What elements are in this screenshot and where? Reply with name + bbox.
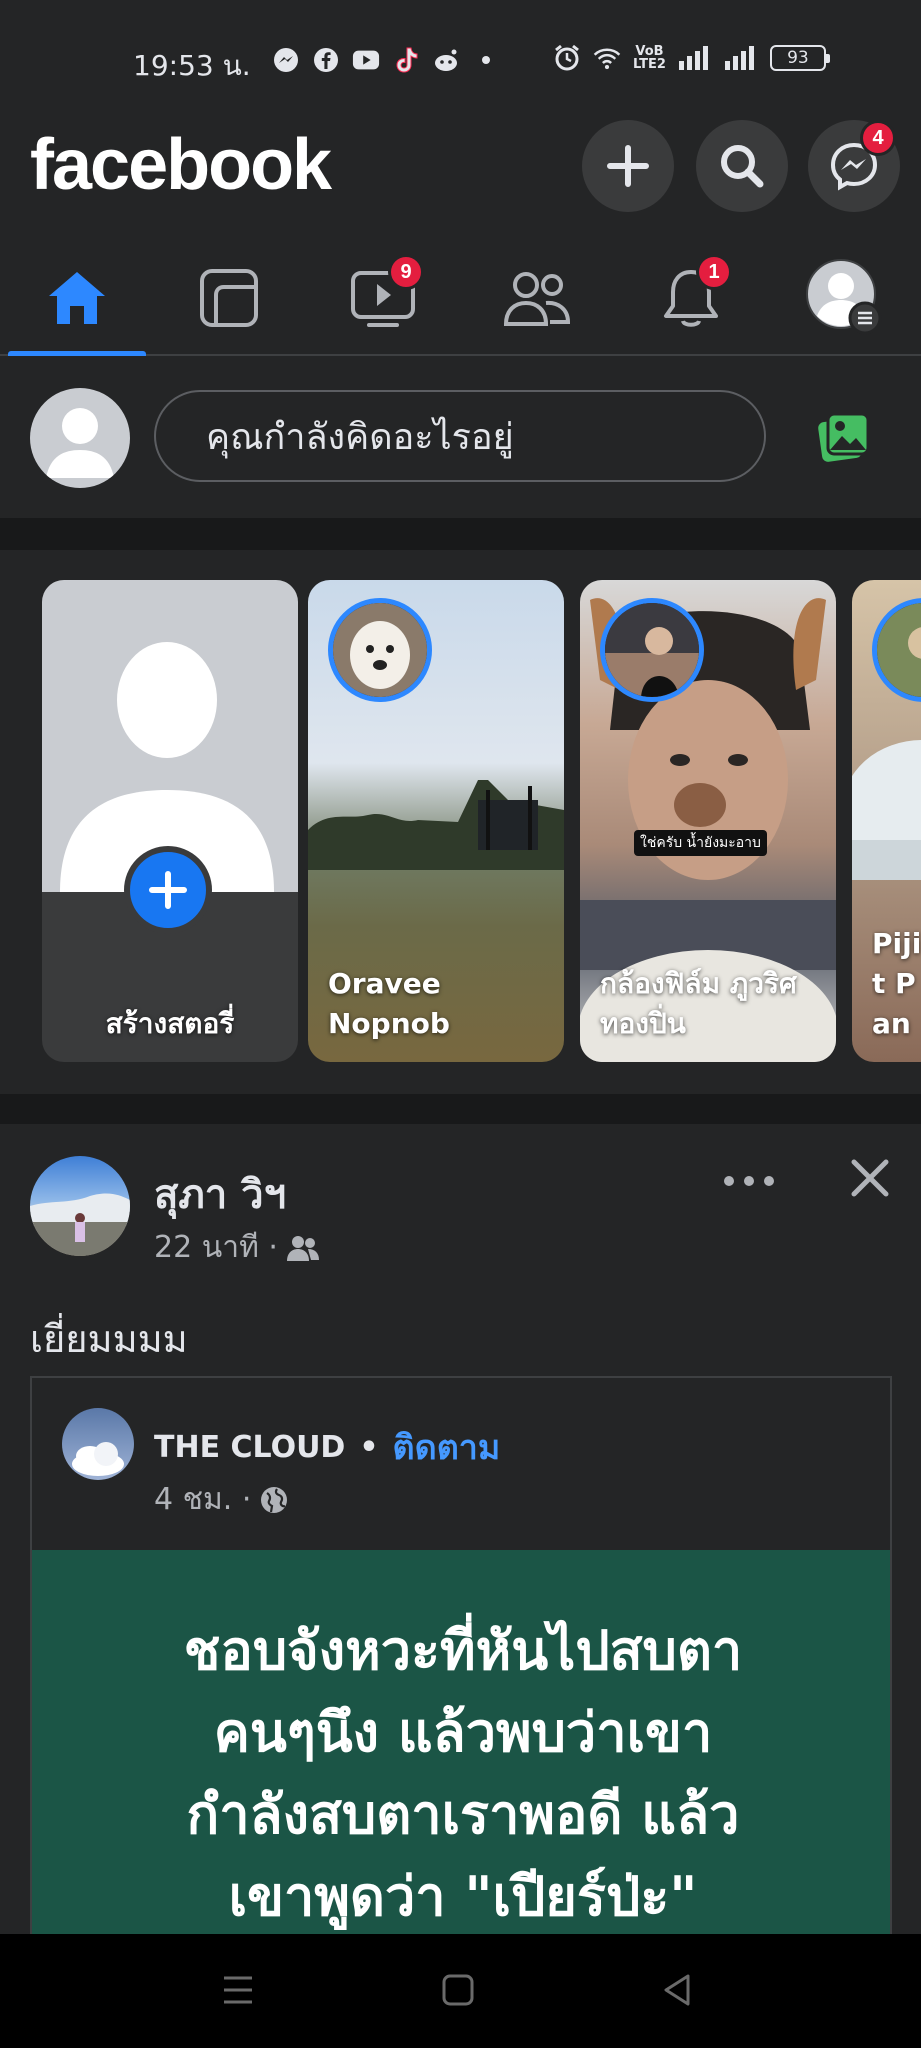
tiktok-icon <box>392 46 420 74</box>
notifications-badge: 1 <box>696 254 732 290</box>
page-name[interactable]: THE CLOUD <box>154 1430 345 1465</box>
quote-text: ชอบจังหวะที่หันไปสบตา คนๆนึง แล้วพบว่าเข… <box>183 1619 743 1928</box>
user-avatar[interactable] <box>30 388 130 488</box>
post-time[interactable]: 22 นาที · <box>154 1224 278 1271</box>
photo-icon <box>818 412 870 462</box>
status-bar: 19:53 น. VoB LTE2 93 <box>0 0 921 110</box>
story-name: Oravee Nopnob <box>328 967 450 1040</box>
post-options-button[interactable] <box>724 1166 774 1196</box>
default-avatar-icon <box>46 408 114 478</box>
post-author-avatar[interactable] <box>30 1156 130 1256</box>
create-story-card[interactable]: สร้างสตอรี่ <box>42 580 298 1062</box>
status-time: 19:53 น. <box>133 49 251 82</box>
search-button[interactable] <box>696 120 788 212</box>
pages-icon <box>200 269 258 327</box>
quote-image-card[interactable]: ชอบจังหวะที่หันไปสบตา คนๆนึง แล้วพบว่าเข… <box>32 1550 890 1936</box>
story-name: Pijit Pan <box>872 927 921 1040</box>
person-avatar-image <box>605 603 699 697</box>
story-avatar <box>600 598 704 702</box>
messenger-badge: 4 <box>860 120 896 156</box>
more-dot <box>744 1176 754 1186</box>
alarm-icon <box>553 44 581 72</box>
story-name: กล้องฟิล์ม ภูวริศ ทองปิ่น <box>600 967 797 1040</box>
post-composer: คุณกำลังคิดอะไรอยู่ <box>0 358 921 518</box>
system-navigation-bar <box>0 1934 921 2048</box>
composer-input[interactable]: คุณกำลังคิดอะไรอยู่ <box>154 390 766 482</box>
app-header: facebook 4 <box>0 110 921 228</box>
facebook-icon <box>312 46 340 74</box>
hide-post-button[interactable] <box>846 1154 894 1202</box>
reddit-icon <box>432 46 460 74</box>
stories-tray: สร้างสตอรี่ Oravee Nopnob ใช่ครับ น้ำยัง… <box>0 550 921 1094</box>
story-card[interactable]: Pijit Pan <box>852 580 921 1062</box>
recent-apps-icon[interactable] <box>218 1970 258 2010</box>
tab-watch[interactable]: 9 <box>318 250 448 346</box>
photo-button[interactable] <box>816 410 872 466</box>
tab-notifications[interactable]: 1 <box>626 250 756 346</box>
story-preview-image <box>308 780 564 870</box>
notification-icons <box>272 46 500 74</box>
home-icon <box>49 272 105 324</box>
feed-post: สุภา วิฯ 22 นาที · เยี่ยมมมม THE CLOUD •… <box>0 1124 921 1936</box>
author-photo <box>30 1193 130 1256</box>
shared-post-meta: 4 ชม. · <box>154 1476 289 1523</box>
post-meta: 22 นาที · <box>154 1224 320 1271</box>
post-text: เยี่ยมมมม <box>30 1317 188 1361</box>
story-card[interactable]: Oravee Nopnob <box>308 580 564 1062</box>
close-icon <box>851 1159 889 1197</box>
add-story-button[interactable] <box>124 846 212 934</box>
dot-icon <box>472 46 500 74</box>
plus-icon <box>149 871 187 909</box>
main-tabs: 9 1 <box>0 240 921 356</box>
profile-menu-icon <box>806 259 882 335</box>
section-divider <box>0 518 921 550</box>
signal-icon <box>678 44 712 72</box>
plus-icon <box>607 145 649 187</box>
person-avatar-image <box>877 603 921 697</box>
page-avatar[interactable] <box>62 1408 134 1480</box>
tab-pages[interactable] <box>164 250 294 346</box>
battery-indicator: 93 <box>769 45 830 71</box>
tab-home[interactable] <box>12 250 142 346</box>
cloud-logo <box>72 1442 124 1476</box>
section-divider <box>0 1094 921 1124</box>
create-story-label: สร้างสตอรี่ <box>105 1007 235 1040</box>
signal-icon <box>724 44 758 72</box>
story-sticker: ใช่ครับ น้ำยังมะอาบ <box>634 830 767 856</box>
tab-menu[interactable] <box>780 250 910 346</box>
shared-post[interactable]: THE CLOUD • ติดตาม 4 ชม. · ชอบจังหวะที่ห… <box>30 1376 892 1936</box>
messenger-icon <box>272 46 300 74</box>
facebook-logo[interactable]: facebook <box>30 124 332 206</box>
search-icon <box>721 145 764 188</box>
globe-icon <box>261 1486 288 1513</box>
home-button-icon[interactable] <box>438 1970 478 2010</box>
system-icons: VoB LTE2 93 <box>553 44 830 72</box>
active-tab-indicator <box>8 351 146 356</box>
watch-badge: 9 <box>388 254 424 290</box>
follow-button[interactable]: ติดตาม <box>393 1420 501 1474</box>
shared-post-time[interactable]: 4 ชม. · <box>154 1476 251 1523</box>
more-dot <box>724 1176 734 1186</box>
network-type: VoB LTE2 <box>633 44 666 72</box>
separator-dot: • <box>359 1429 379 1465</box>
story-card[interactable]: ใช่ครับ น้ำยังมะอาบ กล้องฟิล์ม ภูวริศ ทอ… <box>580 580 836 1062</box>
wifi-icon <box>593 44 621 72</box>
friends-icon <box>503 272 571 326</box>
tab-groups[interactable] <box>472 250 602 346</box>
more-dot <box>764 1176 774 1186</box>
dog-avatar-image <box>333 603 427 697</box>
story-avatar <box>328 598 432 702</box>
friends-icon <box>286 1235 319 1261</box>
youtube-icon <box>352 46 380 74</box>
back-icon[interactable] <box>658 1970 698 2010</box>
shared-page-header: THE CLOUD • ติดตาม <box>154 1420 500 1474</box>
create-button[interactable] <box>582 120 674 212</box>
messenger-button[interactable]: 4 <box>808 120 900 212</box>
post-author-name[interactable]: สุภา วิฯ <box>154 1162 286 1226</box>
